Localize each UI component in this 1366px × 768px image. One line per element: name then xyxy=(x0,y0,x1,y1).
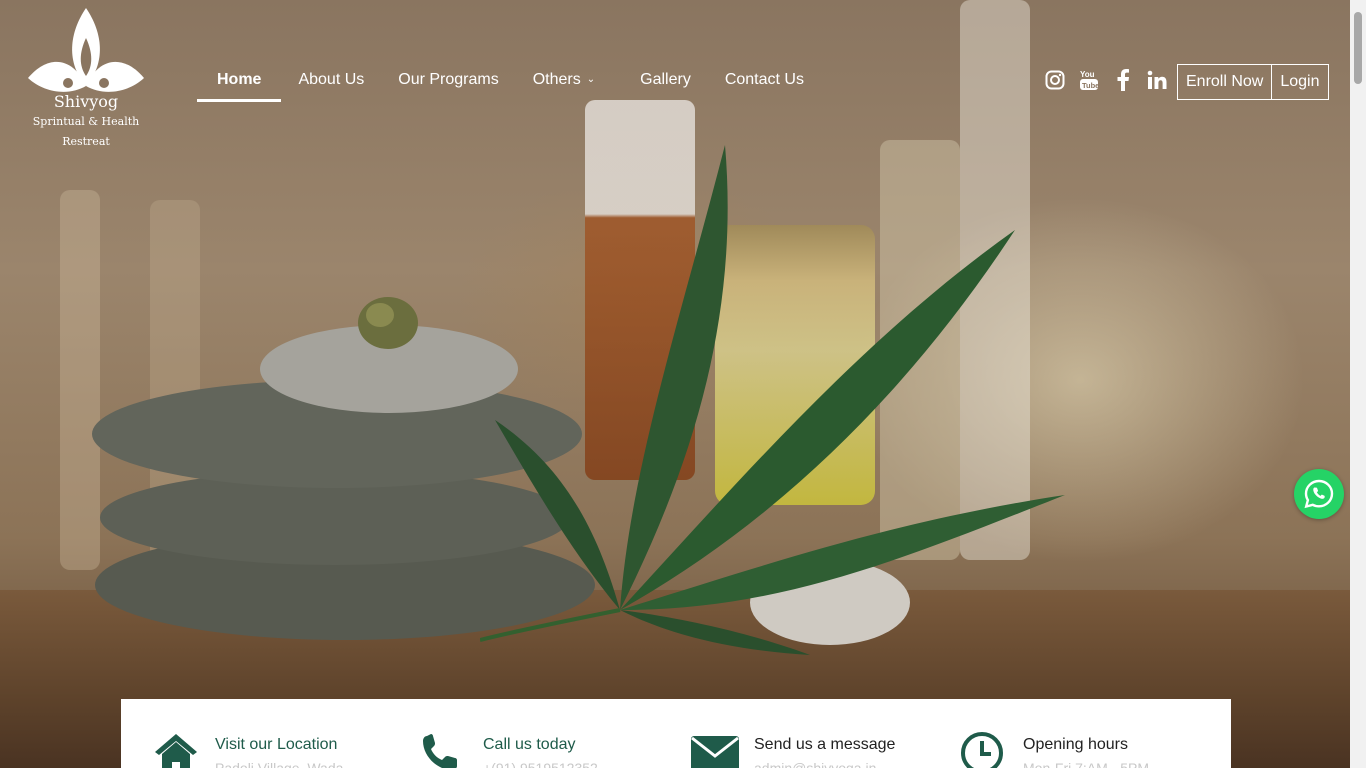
info-hours-title: Opening hours xyxy=(1023,736,1128,753)
hero-banner xyxy=(0,0,1350,768)
info-phone-sub: +(91) 9519512352 xyxy=(483,760,598,768)
linkedin-icon[interactable] xyxy=(1145,66,1169,94)
nav-item-label: Our Programs xyxy=(398,71,499,88)
enroll-now-button[interactable]: Enroll Now xyxy=(1177,64,1273,100)
hero-leaf-graphic xyxy=(480,145,1065,655)
nav-item-label: Contact Us xyxy=(724,71,804,88)
whatsapp-icon xyxy=(1304,479,1334,509)
nav-item-label: Others xyxy=(532,71,581,88)
nav-item-gallery[interactable]: Gallery xyxy=(623,60,708,102)
home-icon xyxy=(155,734,197,768)
whatsapp-chat-button[interactable] xyxy=(1294,469,1344,519)
nav-item-others[interactable]: Others ⌄ xyxy=(516,60,623,102)
logo-brand-name: Shivyog xyxy=(53,92,119,111)
phone-icon xyxy=(423,734,457,768)
hero-bud-graphic xyxy=(358,297,418,349)
youtube-icon[interactable]: You Tube xyxy=(1077,66,1101,94)
login-button[interactable]: Login xyxy=(1272,64,1329,100)
info-location: Visit our Location Padoli Village, Wada xyxy=(151,732,343,768)
nav-item-home[interactable]: Home xyxy=(197,60,282,102)
main-nav: Home About Us Our Programs Others ⌄ Galle… xyxy=(197,60,821,102)
instagram-icon[interactable] xyxy=(1043,66,1067,94)
info-hours-sub: Mon-Fri 7:AM - 5PM xyxy=(1023,760,1150,768)
svg-text:Tube: Tube xyxy=(1082,81,1099,90)
nav-item-label: Gallery xyxy=(640,71,691,88)
info-phone: Call us today +(91) 9519512352 xyxy=(419,732,598,768)
envelope-icon xyxy=(691,736,739,768)
info-location-title: Visit our Location xyxy=(215,736,338,753)
chevron-down-icon: ⌄ xyxy=(586,74,596,85)
page-scrollbar[interactable] xyxy=(1350,0,1366,768)
nav-item-our-programs[interactable]: Our Programs xyxy=(381,60,515,102)
scrollbar-thumb[interactable] xyxy=(1354,12,1362,84)
lotus-logo-icon xyxy=(28,8,144,92)
clock-icon xyxy=(961,732,1003,768)
contact-info-bar: Visit our Location Padoli Village, Wada … xyxy=(121,699,1231,768)
info-message: Send us a message admin@shivyoga.in xyxy=(690,732,895,768)
auth-buttons: Enroll Now Login xyxy=(1177,64,1329,100)
logo-tagline-1: Sprintual & Health xyxy=(32,115,140,128)
svg-text:You: You xyxy=(1080,70,1095,79)
info-message-title: Send us a message xyxy=(754,736,896,753)
hero-bottle-1 xyxy=(60,190,100,570)
info-message-sub: admin@shivyoga.in xyxy=(754,760,877,768)
site-logo[interactable]: Shivyog Sprintual & Health Restreat xyxy=(22,8,150,158)
nav-item-contact-us[interactable]: Contact Us xyxy=(708,60,821,102)
social-links: You Tube xyxy=(1043,66,1169,94)
info-hours: Opening hours Mon-Fri 7:AM - 5PM xyxy=(959,732,1149,768)
nav-item-label: About Us xyxy=(298,71,365,88)
facebook-icon[interactable] xyxy=(1111,66,1135,94)
info-location-sub: Padoli Village, Wada xyxy=(215,760,344,768)
info-phone-title: Call us today xyxy=(483,736,576,753)
logo-tagline-2: Restreat xyxy=(62,135,110,148)
nav-item-about-us[interactable]: About Us xyxy=(281,60,381,102)
nav-item-label: Home xyxy=(217,71,262,88)
